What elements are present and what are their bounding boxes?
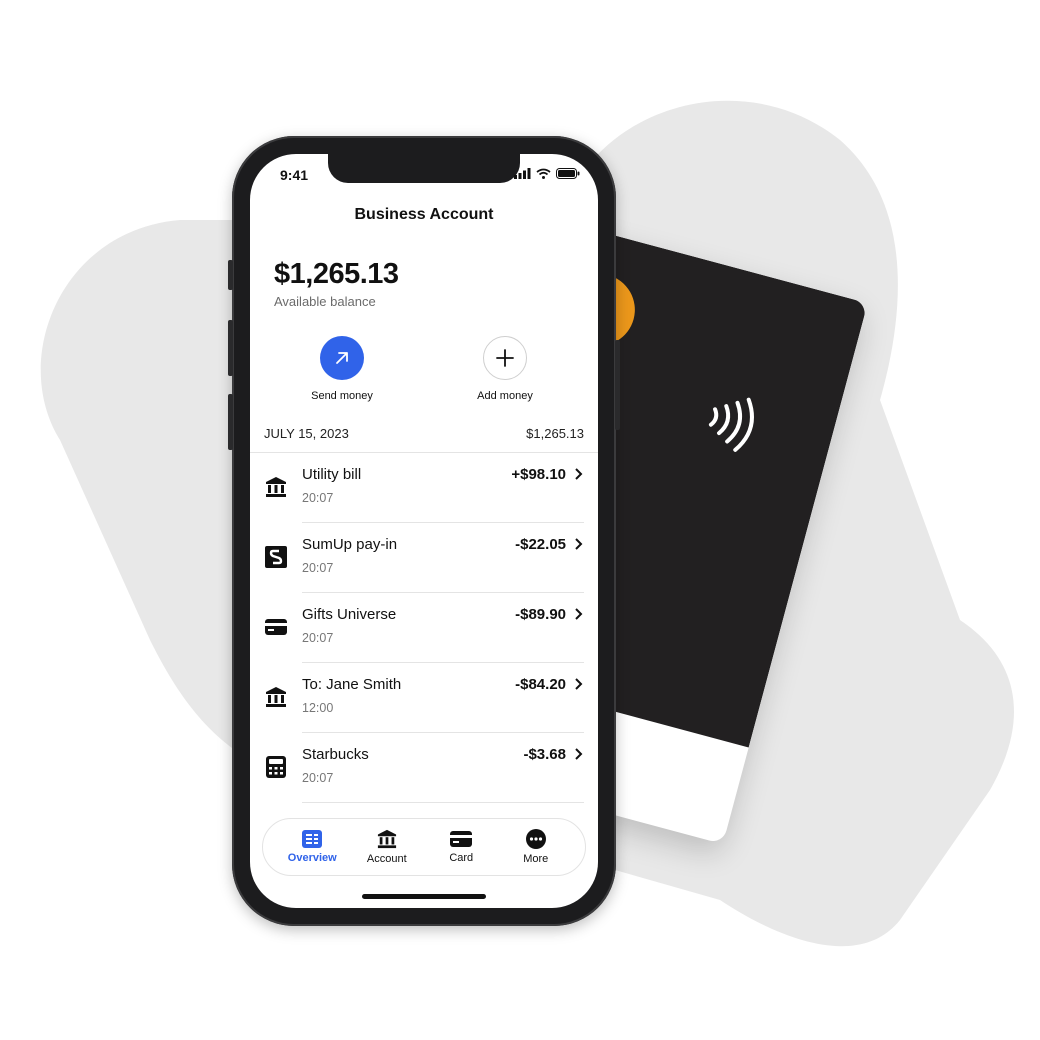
transaction-list: Utility bill 20:07 +$98.10 SumUp pay-in … [250,453,598,803]
date-group-total: $1,265.13 [526,426,584,441]
page-title: Business Account [354,206,494,223]
date-group-header: JULY 15, 2023 $1,265.13 [264,426,584,441]
transaction-amount: -$89.90 [515,606,566,623]
tab-card[interactable]: Card [428,830,494,864]
chevron-right-icon [575,748,583,760]
transaction-name: To: Jane Smith [302,676,402,693]
tab-overview-label: Overview [287,852,337,864]
transaction-amount: -$84.20 [515,676,566,693]
transaction-row[interactable]: SumUp pay-in 20:07 -$22.05 [250,523,598,593]
tab-account[interactable]: Account [354,829,420,865]
bank-icon [264,685,288,709]
transaction-time: 20:07 [302,491,334,505]
tab-overview[interactable]: Overview [279,830,345,864]
tab-card-label: Card [449,852,474,864]
tab-more-label: More [523,853,549,865]
bank-icon [377,829,396,849]
silent-switch [228,260,233,290]
add-money-button[interactable]: Add money [450,336,560,402]
card-icon [264,615,288,639]
transaction-amount: -$3.68 [523,746,566,763]
send-money-label: Send money [311,390,373,402]
phone-frame: 9:41 Business Account $1,265.13 Availabl… [228,136,620,926]
chevron-right-icon [575,538,583,550]
transaction-name: SumUp pay-in [302,536,398,553]
transaction-row[interactable]: To: Jane Smith 12:00 -$84.20 [250,663,598,733]
home-indicator [362,894,486,899]
transaction-name: Gifts Universe [302,606,397,623]
wifi-icon [536,168,551,179]
tab-account-label: Account [366,853,407,865]
contactless-icon [708,397,754,452]
transaction-row[interactable]: Starbucks 20:07 -$3.68 [250,733,598,803]
chevron-right-icon [575,678,583,690]
transaction-amount: -$22.05 [515,536,566,553]
row-separator [302,802,584,803]
card-icon [450,831,473,847]
tab-more[interactable]: More [503,829,569,865]
signal-icon [514,168,531,179]
volume-down-button [228,394,233,450]
bank-icon [264,475,288,499]
add-money-circle[interactable] [483,336,527,380]
terminal-icon [264,755,288,779]
transaction-amount: +$98.10 [511,466,566,483]
plus-icon [496,349,514,367]
power-button [615,340,620,430]
arrow-up-right-icon [336,352,348,364]
transaction-time: 20:07 [302,561,334,575]
send-money-circle[interactable] [320,336,364,380]
status-time: 9:41 [280,167,309,183]
overview-icon [302,830,323,848]
transaction-time: 20:07 [302,771,334,785]
phone-screen: 9:41 Business Account $1,265.13 Availabl… [250,154,598,908]
date-group-date: JULY 15, 2023 [264,426,349,441]
sumup-icon [264,545,288,569]
transaction-row[interactable]: Gifts Universe 20:07 -$89.90 [250,593,598,663]
more-icon [525,829,546,849]
status-icons [514,168,580,179]
balance-amount: $1,265.13 [274,258,399,290]
bottom-tab-bar: Overview Account Card More [262,818,586,876]
notch [328,154,520,183]
chevron-right-icon [575,608,583,620]
transaction-time: 20:07 [302,631,334,645]
volume-up-button [228,320,233,376]
transaction-row[interactable]: Utility bill 20:07 +$98.10 [250,453,598,523]
send-money-button[interactable]: Send money [287,336,397,402]
transaction-time: 12:00 [302,701,334,715]
chevron-right-icon [575,468,583,480]
transaction-name: Utility bill [302,466,362,483]
battery-icon [556,168,580,179]
add-money-label: Add money [477,390,533,402]
transaction-name: Starbucks [302,746,369,763]
balance-label: Available balance [274,294,376,309]
